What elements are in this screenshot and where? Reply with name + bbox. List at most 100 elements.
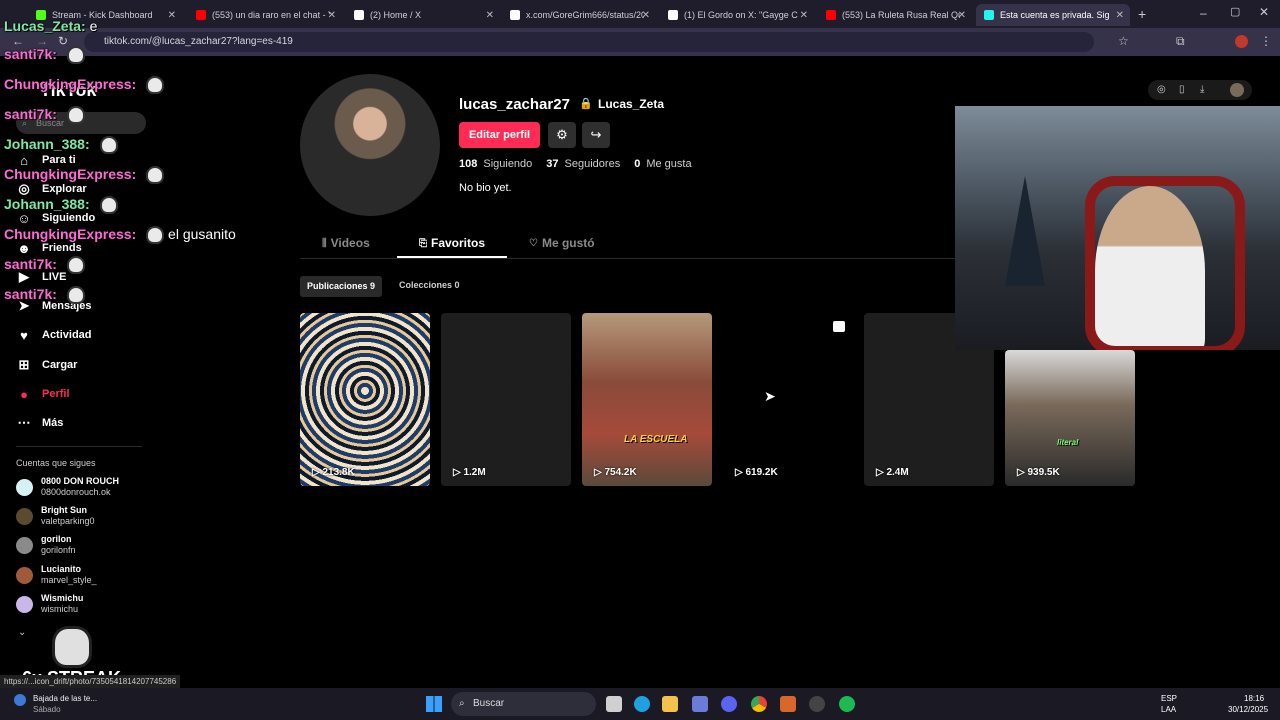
phone-icon[interactable]: ▯ bbox=[1179, 84, 1185, 95]
chat-username: santi7k bbox=[4, 46, 53, 62]
tab-close-icon[interactable]: ✕ bbox=[1116, 10, 1124, 21]
tab-close-icon[interactable]: ✕ bbox=[486, 10, 494, 21]
explorer-icon[interactable] bbox=[662, 696, 678, 712]
chat-colon: : bbox=[84, 196, 90, 212]
browser-tab[interactable]: (2) Home / X ✕ bbox=[346, 4, 500, 26]
taskbar-search[interactable]: ⌕ Buscar bbox=[451, 692, 596, 716]
webcam-chair bbox=[1085, 176, 1245, 350]
sidebar-item-cargar[interactable]: ⊞ Cargar bbox=[16, 357, 78, 373]
sidebar-item-label: Más bbox=[42, 417, 64, 429]
obs-icon[interactable] bbox=[809, 696, 825, 712]
chat-username: santi7k bbox=[4, 286, 53, 302]
tray-lang[interactable]: ESP bbox=[1161, 694, 1177, 703]
sidebar-item-perfil[interactable]: ● Perfil bbox=[16, 386, 69, 402]
emote-icon bbox=[66, 106, 85, 125]
video-thumbnail[interactable]: ▷ 1.2M bbox=[441, 313, 571, 486]
following-account[interactable]: gorilon gorilonfn bbox=[16, 534, 76, 556]
sidebar-item-m-s[interactable]: ⋯ Más bbox=[16, 415, 64, 431]
sidebar-item-actividad[interactable]: ♥ Actividad bbox=[16, 327, 91, 343]
browser-tab[interactable]: Esta cuenta es privada. Sig ✕ bbox=[976, 4, 1130, 26]
close-window-button[interactable]: ✕ bbox=[1259, 5, 1269, 19]
minimize-button[interactable]: – bbox=[1200, 6, 1207, 20]
profile-avatar[interactable] bbox=[300, 74, 440, 216]
followers-label[interactable]: Seguidores bbox=[565, 158, 621, 170]
following-account[interactable]: 0800 DON ROUCH 0800donrouch.ok bbox=[16, 476, 119, 498]
more-icon: ⋯ bbox=[17, 415, 31, 430]
notif-title[interactable]: Bajada de las te... bbox=[33, 694, 97, 703]
filter-collections[interactable]: Colecciones 0 bbox=[399, 280, 460, 290]
account-handle: 0800donrouch.ok bbox=[41, 487, 111, 497]
chat-message: santi7k: bbox=[4, 286, 85, 305]
chat-colon: : bbox=[131, 166, 137, 182]
sidebar-item-label: Explorar bbox=[42, 183, 87, 195]
tab-close-icon[interactable]: ✕ bbox=[642, 10, 650, 21]
bookmark-icon: ⎘ bbox=[419, 237, 427, 249]
clock-date[interactable]: 30/12/2025 bbox=[1228, 705, 1268, 714]
store-icon[interactable] bbox=[692, 696, 708, 712]
view-count-value: 213.8K bbox=[322, 467, 355, 478]
see-more-icon[interactable]: ⌄ bbox=[18, 627, 26, 638]
share-button[interactable]: ↪ bbox=[582, 122, 610, 148]
chrome-icon[interactable] bbox=[751, 696, 767, 712]
filter-posts[interactable]: Publicaciones 9 bbox=[300, 276, 383, 297]
settings-button[interactable]: ⚙ bbox=[548, 122, 576, 148]
tab-favicon-icon bbox=[668, 10, 678, 20]
following-account[interactable]: Lucianito marvel_style_ bbox=[16, 564, 97, 586]
video-caption: literal bbox=[1057, 438, 1079, 447]
tab-close-icon[interactable]: ✕ bbox=[800, 10, 808, 21]
discord-icon[interactable] bbox=[721, 696, 737, 712]
notification-badge[interactable] bbox=[14, 694, 26, 706]
view-count: ▷ 939.5K bbox=[1017, 467, 1060, 478]
new-tab-button[interactable]: + bbox=[1138, 6, 1146, 22]
following-label[interactable]: Siguiendo bbox=[483, 158, 532, 170]
profile-icon[interactable] bbox=[1235, 35, 1248, 48]
maximize-button[interactable]: ▢ bbox=[1230, 5, 1240, 18]
tab-favorites[interactable]: ⎘ Favoritos bbox=[419, 236, 485, 250]
tab-close-icon[interactable]: ✕ bbox=[168, 10, 176, 21]
chat-message: santi7k: bbox=[4, 256, 85, 275]
following-account[interactable]: Wismichu wismichu bbox=[16, 593, 83, 615]
video-thumbnail[interactable]: ▷ 619.2K bbox=[723, 313, 853, 486]
browser-tab[interactable]: (1) El Gordo on X: "Gayge C ✕ bbox=[660, 4, 814, 26]
bell-icon: ♥ bbox=[20, 327, 28, 343]
chat-message: ChungkingExpress: bbox=[4, 76, 165, 95]
browser-tab[interactable]: (553) La Ruleta Rusa Real Que ✕ bbox=[818, 4, 972, 26]
tab-liked[interactable]: ♡ Me gustó bbox=[529, 236, 595, 250]
streak-emote bbox=[52, 626, 92, 668]
tab-close-icon[interactable]: ✕ bbox=[958, 10, 966, 21]
view-count-value: 1.2M bbox=[463, 467, 486, 478]
browser-tab[interactable]: x.com/GoreGrim666/status/20 ✕ bbox=[502, 4, 656, 26]
tab-close-icon[interactable]: ✕ bbox=[328, 10, 336, 21]
tab-label: Videos bbox=[330, 236, 370, 250]
download-icon[interactable]: ⤓ bbox=[1200, 84, 1204, 95]
chat-username: ChungkingExpress bbox=[4, 226, 132, 242]
windows-start-icon[interactable] bbox=[426, 696, 442, 712]
url-field[interactable]: tiktok.com/@lucas_zachar27?lang=es-419 bbox=[84, 32, 1094, 52]
sidebar-item-label: Para ti bbox=[42, 154, 76, 166]
tab-title: (2) Home / X bbox=[370, 10, 422, 20]
tab-videos[interactable]: ⫼ Videos bbox=[322, 236, 370, 250]
tab-favicon-icon bbox=[984, 10, 994, 20]
clock-time[interactable]: 18:16 bbox=[1244, 694, 1264, 703]
chat-username: Johann_388 bbox=[4, 136, 85, 152]
following-account[interactable]: Bright Sun valetparking0 bbox=[16, 505, 95, 527]
chat-message: ChungkingExpress: el gusanito bbox=[4, 226, 236, 245]
view-count-value: 619.2K bbox=[745, 467, 778, 478]
video-thumbnail[interactable]: ▷ 213.8K bbox=[300, 313, 430, 486]
view-count-value: 939.5K bbox=[1027, 467, 1060, 478]
menu-icon[interactable]: ⋮ bbox=[1260, 34, 1272, 48]
video-thumbnail[interactable]: LA ESCUELA ▷ 754.2K bbox=[582, 313, 712, 486]
spotify-icon[interactable] bbox=[839, 696, 855, 712]
extensions-icon[interactable]: ⧉ bbox=[1176, 34, 1185, 49]
taskview-icon[interactable] bbox=[606, 696, 622, 712]
user-avatar-icon[interactable] bbox=[1230, 83, 1244, 97]
edge-icon[interactable] bbox=[634, 696, 650, 712]
tab-title: (553) La Ruleta Rusa Real Que bbox=[842, 10, 960, 20]
video-thumbnail[interactable]: literal ▷ 939.5K bbox=[1005, 350, 1135, 486]
browser-tab[interactable]: (553) un dia raro en el chat - Yo ✕ bbox=[188, 4, 342, 26]
coins-icon[interactable]: ◎ bbox=[1157, 84, 1166, 95]
edit-profile-button[interactable]: Editar perfil bbox=[459, 122, 540, 148]
star-icon[interactable]: ☆ bbox=[1118, 34, 1129, 48]
view-count: ▷ 619.2K bbox=[735, 467, 778, 478]
app-icon[interactable] bbox=[780, 696, 796, 712]
